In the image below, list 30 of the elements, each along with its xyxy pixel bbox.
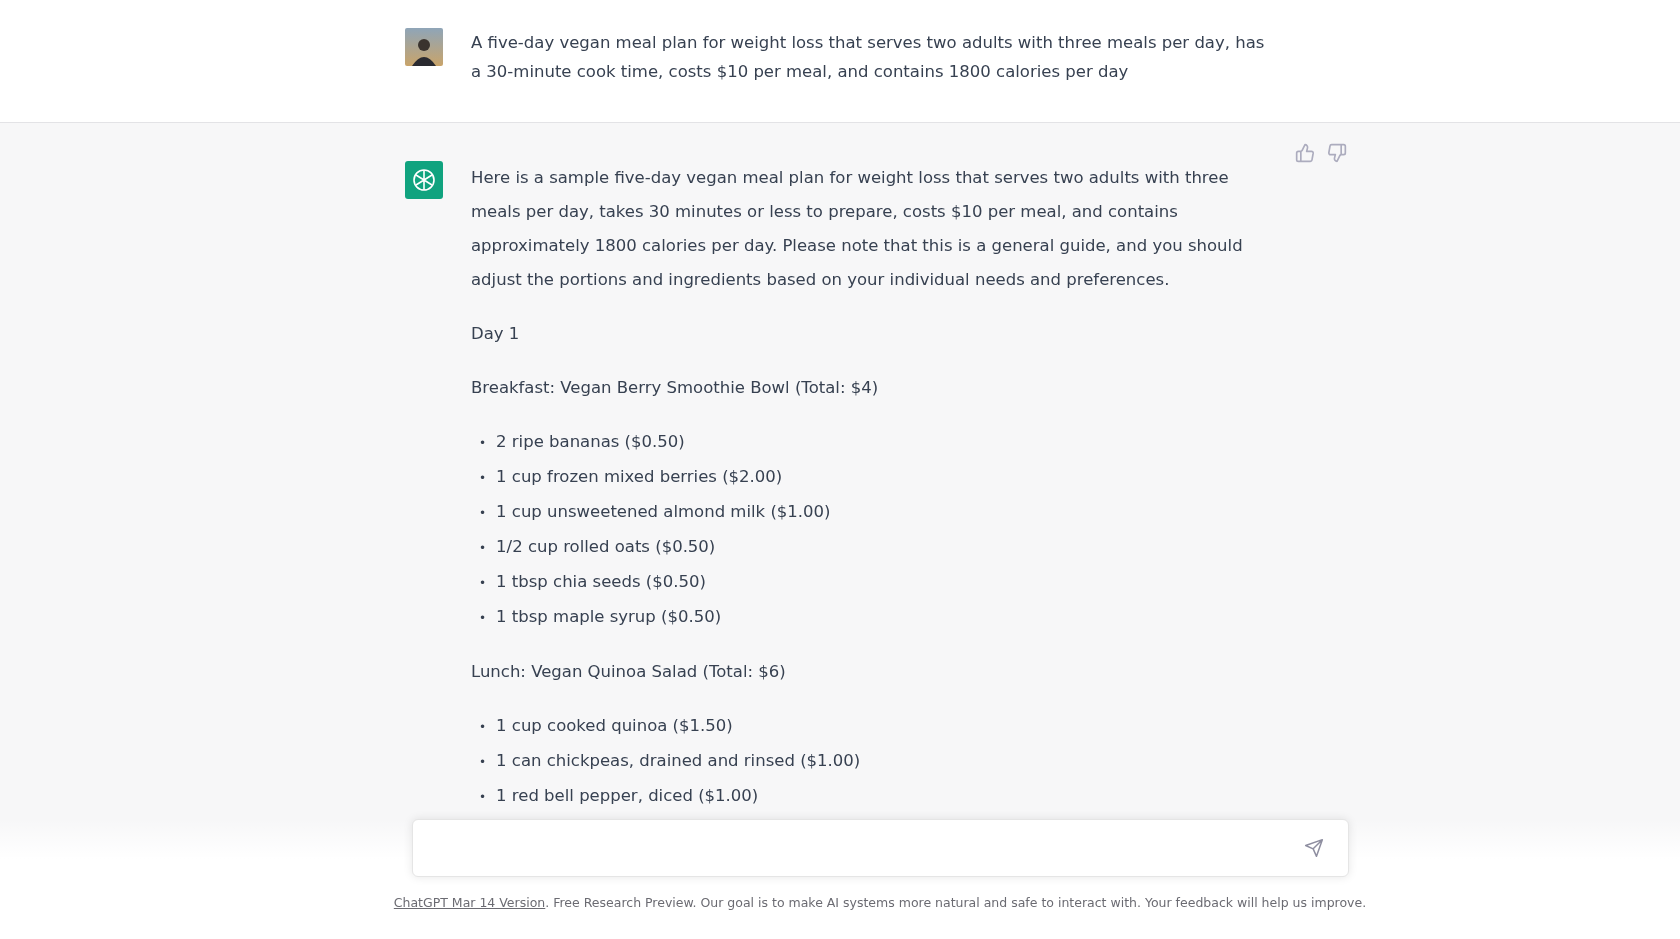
list-item: 1 tbsp maple syrup ($0.50) [496,606,722,628]
bullet: • [479,719,487,736]
bullet: • [479,505,487,522]
user-message: A five-day vegan meal plan for weight loss that serves two adults with three meals per day, has a 30-minute cook time, costs $10 per meal, and contains 1800 calories per day [471,32,1266,83]
list-item: 1 tbsp chia seeds ($0.50) [496,571,706,593]
footer-note: ChatGPT Mar 14 Version. Free Research Preview. Our goal is to make AI systems more natural and safe to interact with. Your feedback will help us improve. [392,895,1368,910]
list-item: 1 can chickpeas, drained and rinsed ($1.00) [496,750,861,772]
bullet: • [479,470,487,487]
version-link[interactable]: ChatGPT Mar 14 Version [393,895,546,910]
thumbs-up-icon[interactable] [1295,143,1315,163]
message-paragraph: Breakfast: Vegan Berry Smoothie Bowl (Total: $4) [471,377,880,399]
list-item: 1/2 cup rolled oats ($0.50) [496,536,716,558]
bullet: • [479,610,487,627]
assistant-logo-icon [405,161,443,199]
bullet: • [479,575,487,592]
message-input[interactable] [411,819,1349,877]
bullet: • [479,540,487,557]
bullet: • [479,754,487,771]
list-item: 1 cup cooked quinoa ($1.50) [496,715,733,737]
list-item: 1 cup frozen mixed berries ($2.00) [496,466,783,488]
list-item: 1 cup unsweetened almond milk ($1.00) [496,501,831,523]
message-paragraph: Day 1 [471,323,521,345]
message-paragraph: Lunch: Vegan Quinoa Salad (Total: $6) [471,661,787,683]
bullet: • [479,789,487,806]
message-paragraph: Here is a sample five-day vegan meal plan for weight loss that serves two adults with three meals per day, takes 30 minutes or less to prepare, costs $10 per meal, and contains approximately 1800 calories per day. Please note that this is a general guide, and you should adjust the portions and ingredients based on your individual needs and preferences. [471,167,1244,291]
list-item: 1 red bell pepper, diced ($1.00) [496,785,759,807]
thumbs-down-icon[interactable] [1327,143,1347,163]
bullet: • [479,435,487,452]
user-avatar [405,28,443,66]
list-item: 2 ripe bananas ($0.50) [496,431,685,453]
